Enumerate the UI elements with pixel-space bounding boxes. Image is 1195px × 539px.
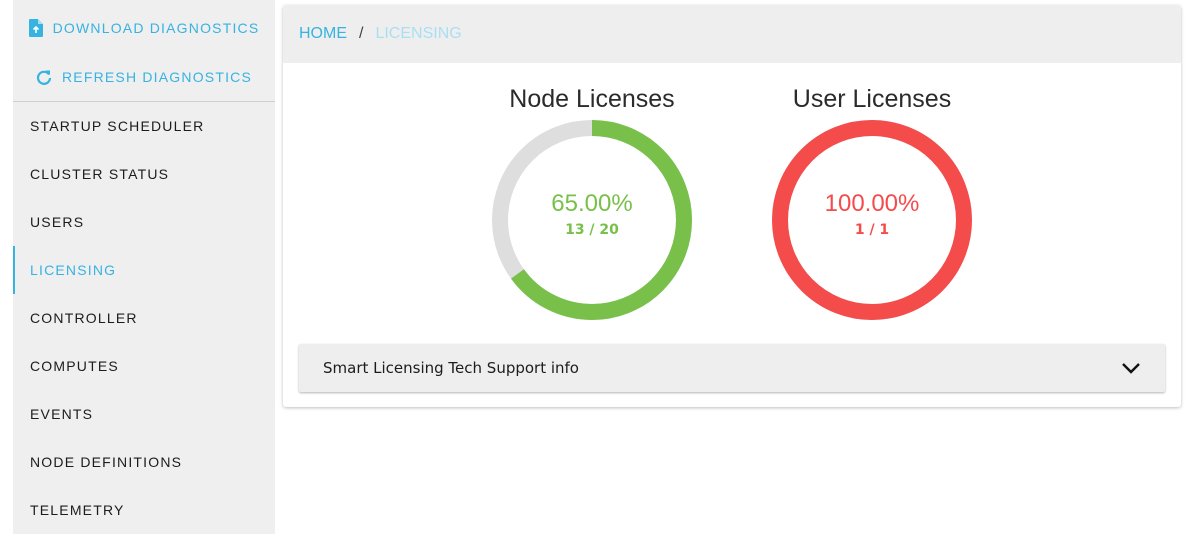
- download-diagnostics-button[interactable]: DOWNLOAD DIAGNOSTICS: [13, 0, 275, 53]
- user-licenses-gauge: User Licenses 100.00% 1 / 1: [762, 85, 982, 320]
- user-licenses-readout: 100.00% 1 / 1: [762, 190, 982, 238]
- sidebar-item-events[interactable]: EVENTS: [13, 390, 275, 438]
- node-licenses-readout: 65.00% 13 / 20: [482, 190, 702, 238]
- refresh-diagnostics-button[interactable]: REFRESH DIAGNOSTICS: [13, 53, 275, 101]
- sidebar-item-licensing[interactable]: LICENSING: [13, 246, 275, 294]
- breadcrumb-separator: /: [359, 25, 364, 42]
- node-licenses-percent: 65.00%: [551, 190, 633, 217]
- smart-licensing-accordion[interactable]: Smart Licensing Tech Support info: [299, 344, 1165, 392]
- licensing-card: HOME / LICENSING Node Licenses 65.00% 13…: [283, 5, 1181, 407]
- accordion-label: Smart Licensing Tech Support info: [323, 359, 579, 377]
- user-licenses-percent: 100.00%: [824, 190, 920, 217]
- download-diagnostics-label: DOWNLOAD DIAGNOSTICS: [52, 20, 260, 36]
- sidebar-item-users[interactable]: USERS: [13, 198, 275, 246]
- user-licenses-title: User Licenses: [792, 85, 952, 113]
- sidebar-item-computes[interactable]: COMPUTES: [13, 342, 275, 390]
- refresh-diagnostics-label: REFRESH DIAGNOSTICS: [61, 69, 253, 85]
- breadcrumb: HOME / LICENSING: [283, 5, 1181, 63]
- sidebar-item-startup-scheduler[interactable]: STARTUP SCHEDULER: [13, 102, 275, 150]
- breadcrumb-current: LICENSING: [375, 25, 462, 42]
- refresh-icon: [36, 70, 52, 85]
- breadcrumb-home[interactable]: HOME: [299, 25, 347, 43]
- sidebar: DOWNLOAD DIAGNOSTICS REFRESH DIAGNOSTICS…: [13, 0, 275, 534]
- sidebar-item-node-definitions[interactable]: NODE DEFINITIONS: [13, 438, 275, 486]
- node-licenses-gauge: Node Licenses 65.00% 13 / 20: [482, 85, 702, 320]
- node-licenses-count: 13 / 20: [565, 222, 619, 238]
- user-licenses-count: 1 / 1: [854, 222, 890, 238]
- sidebar-item-controller[interactable]: CONTROLLER: [13, 294, 275, 342]
- file-download-icon: [28, 19, 43, 37]
- chevron-down-icon: [1122, 363, 1140, 374]
- node-licenses-title: Node Licenses: [509, 85, 675, 113]
- sidebar-item-telemetry[interactable]: TELEMETRY: [13, 486, 275, 534]
- sidebar-item-cluster-status[interactable]: CLUSTER STATUS: [13, 150, 275, 198]
